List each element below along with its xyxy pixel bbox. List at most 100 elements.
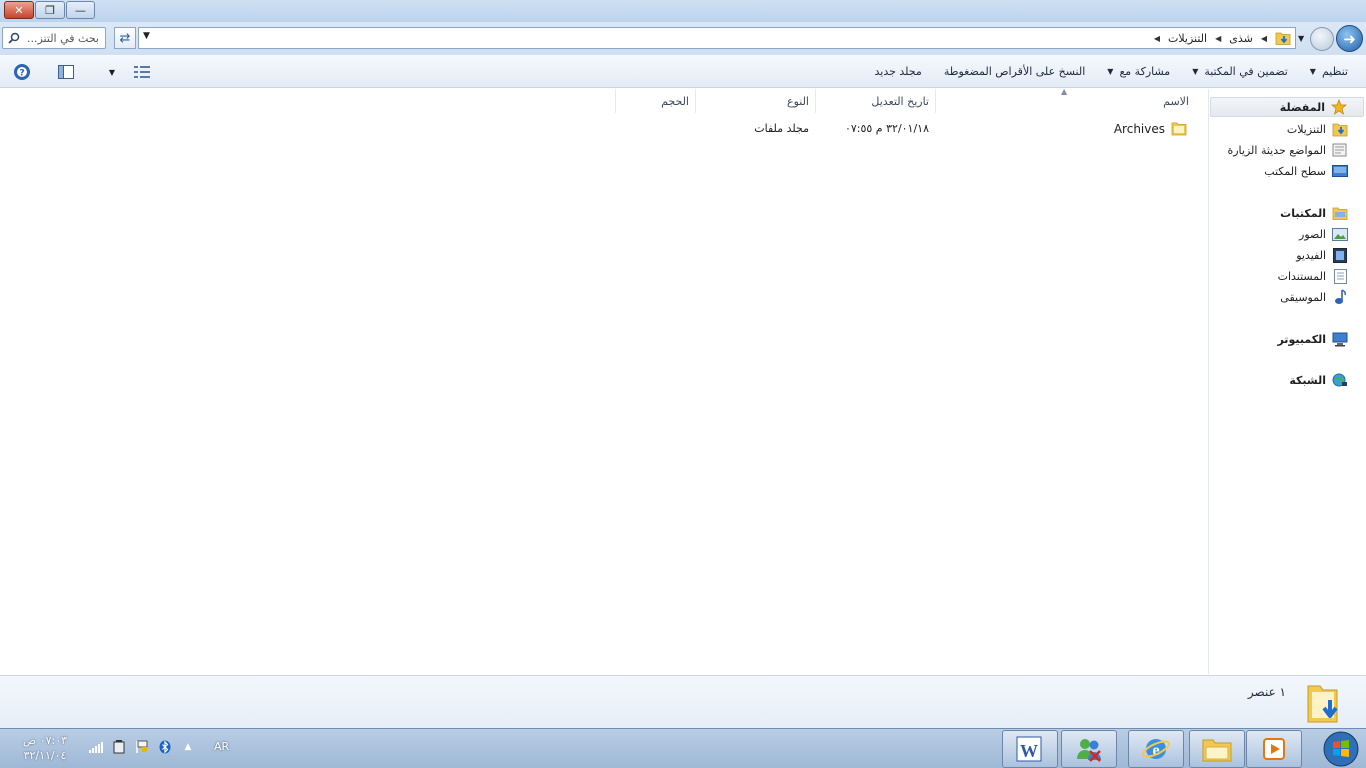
recent-pages-dropdown-icon[interactable]: ▼ xyxy=(1298,34,1304,43)
internet-explorer-icon: e xyxy=(1142,739,1170,759)
share-with-label: مشاركة مع xyxy=(1119,65,1171,78)
language-indicator[interactable]: AR xyxy=(214,740,229,753)
share-with-menu[interactable]: مشاركة مع ▼ xyxy=(1107,65,1170,78)
column-header-type[interactable]: النوع xyxy=(695,89,815,113)
sidebar-item-label: المفضلة xyxy=(1279,100,1325,114)
downloads-folder-icon xyxy=(1332,121,1348,137)
taskbar-explorer-button[interactable] xyxy=(1189,730,1245,768)
sidebar-item-label: الفيديو xyxy=(1296,248,1326,262)
include-in-library-menu[interactable]: تضمين في المكتبة ▼ xyxy=(1192,65,1288,78)
action-center-flag-icon[interactable] xyxy=(134,739,150,755)
breadcrumb-separator-icon[interactable]: ◀ xyxy=(1154,34,1160,43)
clock-date: ٣٢/١١/٠٤ xyxy=(23,749,67,762)
minimize-button[interactable]: — xyxy=(66,1,95,19)
clock[interactable]: ٠٧:٠٣ ص ٣٢/١١/٠٤ xyxy=(14,733,76,763)
item-count: ١ عنصر xyxy=(1247,685,1286,699)
refresh-button[interactable]: ⇄ xyxy=(114,27,136,49)
sidebar-item-downloads[interactable]: التنزيلات xyxy=(1287,119,1348,139)
libraries-icon xyxy=(1332,205,1348,221)
breadcrumb-separator-icon[interactable]: ◀ xyxy=(1261,34,1267,43)
column-header-date-modified[interactable]: تاريخ التعديل xyxy=(815,89,935,113)
window-controls: ✕ ❐ — xyxy=(4,1,96,19)
word-icon: W xyxy=(1016,736,1042,762)
recent-places-icon xyxy=(1332,142,1348,158)
burn-button[interactable]: النسخ على الأقراص المضغوطة xyxy=(944,65,1085,78)
command-bar: تنظيم ▼ تضمين في المكتبة ▼ مشاركة مع ▼ النس… xyxy=(0,55,1366,88)
taskbar-internet-explorer-button[interactable]: e xyxy=(1128,730,1184,768)
taskbar: ٠٧:٠٣ ص ٣٢/١١/٠٤ ▲ AR W e xyxy=(0,728,1366,768)
column-header-name[interactable]: الاسم xyxy=(935,89,1195,113)
breadcrumb-user[interactable]: شذى xyxy=(1229,32,1253,45)
preview-pane-icon[interactable] xyxy=(56,62,76,82)
downloads-folder-large-icon xyxy=(1307,685,1338,723)
forward-button[interactable] xyxy=(1310,27,1334,51)
computer-icon xyxy=(1332,331,1348,347)
change-view-icon[interactable] xyxy=(132,62,152,82)
dropdown-arrow-icon: ▼ xyxy=(1309,67,1316,76)
network-icon xyxy=(1332,372,1348,388)
breadcrumb-downloads[interactable]: التنزيلات xyxy=(1168,32,1207,45)
table-row[interactable]: Archives ٣٢/٠١/١٨ م ٠٧:٥٥ مجلد ملفات xyxy=(0,119,1207,141)
taskbar-word-button[interactable]: W xyxy=(1002,730,1058,768)
notification-area: ▲ xyxy=(88,739,196,755)
sidebar-item-label: الموسيقى xyxy=(1280,290,1326,304)
sidebar-item-label: الشبكة xyxy=(1289,373,1326,387)
sidebar-item-network[interactable]: الشبكة xyxy=(1289,370,1348,390)
organize-menu[interactable]: تنظيم ▼ xyxy=(1310,65,1348,78)
close-button[interactable]: ✕ xyxy=(4,1,34,19)
file-list[interactable]: ▲ الاسم تاريخ التعديل النوع الحجم Archiv… xyxy=(0,87,1207,674)
bluetooth-icon[interactable] xyxy=(157,739,173,755)
sidebar-item-music[interactable]: الموسيقى xyxy=(1280,287,1348,307)
organize-label: تنظيم xyxy=(1321,65,1348,78)
media-player-icon xyxy=(1263,738,1285,760)
sidebar-item-videos[interactable]: الفيديو xyxy=(1296,245,1348,265)
sidebar-item-label: المواضع حديثة الزيارة xyxy=(1227,143,1326,157)
dropdown-arrow-icon: ▼ xyxy=(1107,67,1114,76)
start-button[interactable] xyxy=(1318,729,1364,768)
back-button[interactable]: ➜ xyxy=(1336,25,1363,52)
network-signal-icon[interactable] xyxy=(88,739,104,755)
search-icon[interactable] xyxy=(6,30,22,46)
file-date-modified: ٣٢/٠١/١٨ م ٠٧:٥٥ xyxy=(844,122,929,135)
address-bar[interactable]: ▼ ◀ شذى ◀ التنزيلات ◀ xyxy=(138,27,1296,49)
file-type: مجلد ملفات xyxy=(754,122,809,135)
taskbar-media-player-button[interactable] xyxy=(1246,730,1302,768)
desktop-icon xyxy=(1332,163,1348,179)
search-input[interactable]: بحث في التنز... xyxy=(2,27,106,49)
column-type-label: النوع xyxy=(787,94,809,108)
navigation-buttons: ▼ ➜ xyxy=(1298,24,1364,52)
sidebar-item-pictures[interactable]: الصور xyxy=(1299,224,1348,244)
details-pane: ١ عنصر xyxy=(0,675,1366,728)
navigation-pane: المفضلة التنزيلات المواضع حديثة الزيارة … xyxy=(1208,89,1366,674)
breadcrumb: ◀ شذى ◀ التنزيلات ◀ xyxy=(1154,31,1295,45)
column-size-label: الحجم xyxy=(661,94,689,108)
taskbar-messenger-button[interactable] xyxy=(1061,730,1117,768)
downloads-folder-icon xyxy=(1275,32,1291,45)
new-folder-button[interactable]: مجلد جديد xyxy=(874,65,921,78)
view-options-dropdown-icon[interactable]: ▼ xyxy=(102,62,122,82)
power-icon[interactable] xyxy=(111,739,127,755)
clock-time: ٠٧:٠٣ ص xyxy=(22,734,68,747)
file-name: Archives xyxy=(1113,122,1165,136)
sidebar-item-recent-places[interactable]: المواضع حديثة الزيارة xyxy=(1227,140,1348,160)
folder-icon xyxy=(1171,121,1187,139)
sidebar-item-favorites[interactable]: المفضلة xyxy=(1210,97,1364,117)
restore-button[interactable]: ❐ xyxy=(35,1,65,19)
show-hidden-icons-button[interactable]: ▲ xyxy=(180,739,196,755)
music-icon xyxy=(1332,289,1348,305)
help-icon[interactable]: ? xyxy=(12,62,32,82)
column-date-label: تاريخ التعديل xyxy=(871,94,929,108)
address-history-dropdown-icon[interactable]: ▼ xyxy=(143,31,150,41)
sidebar-item-documents[interactable]: المستندات xyxy=(1278,266,1348,286)
star-icon xyxy=(1331,99,1347,115)
sidebar-item-libraries[interactable]: المكتبات xyxy=(1280,203,1348,223)
search-placeholder: بحث في التنز... xyxy=(27,31,99,45)
sidebar-item-desktop[interactable]: سطح المكتب xyxy=(1264,161,1348,181)
svg-text:W: W xyxy=(1020,741,1038,761)
sidebar-item-computer[interactable]: الكمبيوتر xyxy=(1277,329,1348,349)
breadcrumb-separator-icon[interactable]: ◀ xyxy=(1215,34,1221,43)
column-header-size[interactable]: الحجم xyxy=(615,89,695,113)
messenger-icon xyxy=(1077,739,1101,762)
include-in-library-label: تضمين في المكتبة xyxy=(1204,65,1288,78)
sidebar-item-label: المكتبات xyxy=(1280,206,1326,220)
